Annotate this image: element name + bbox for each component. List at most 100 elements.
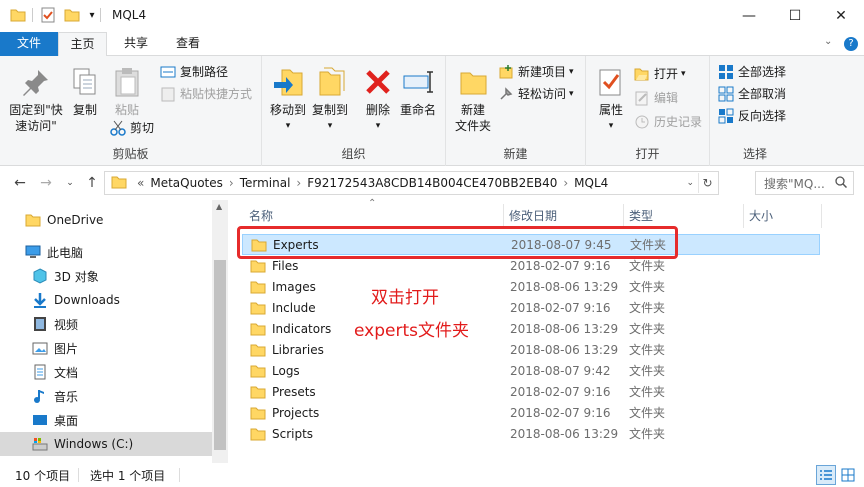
download-icon [32, 292, 48, 308]
nav-item-label: Windows (C:) [54, 437, 134, 451]
maximize-button[interactable]: ☐ [772, 0, 818, 32]
forward-arrow-icon[interactable]: → [36, 174, 56, 192]
nav-item-downloads[interactable]: Downloads [0, 288, 212, 312]
history-button[interactable]: 历史记录 [634, 112, 702, 132]
open-label: 打开 [654, 67, 679, 81]
chevron-right-icon[interactable]: › [229, 176, 234, 190]
move-to-button[interactable]: 移动到 ▾ [266, 66, 310, 134]
nav-item-label: 图片 [54, 341, 79, 356]
delete-button[interactable]: 删除 ▾ [362, 66, 394, 134]
breadcrumb-overflow[interactable]: « [137, 176, 144, 190]
search-input[interactable]: 搜索"MQ... [755, 171, 854, 195]
highlight-box [237, 226, 678, 259]
column-header-type[interactable]: 类型 [624, 204, 744, 228]
invert-selection-button[interactable]: 反向选择 [718, 106, 786, 126]
rename-button[interactable]: 重命名 [398, 66, 438, 118]
folder-icon [111, 175, 127, 192]
back-arrow-icon[interactable]: ← [10, 174, 30, 192]
select-none-button[interactable]: 全部取消 [718, 84, 786, 104]
details-view-icon[interactable] [816, 465, 836, 485]
history-icon [634, 114, 650, 130]
properties-label: 属性 [598, 103, 623, 117]
tab-home[interactable]: 主页 [58, 32, 107, 57]
delete-icon [362, 66, 394, 98]
tab-share[interactable]: 共享 [112, 32, 160, 56]
file-row-libraries[interactable]: Libraries 2018-08-06 13:29 文件夹 [242, 339, 820, 360]
nav-scrollbar[interactable]: ▲ [212, 200, 228, 463]
breadcrumb-mql4[interactable]: MQL4 [574, 176, 608, 190]
file-type: 文件夹 [629, 301, 666, 315]
column-header-size[interactable]: 大小 [744, 204, 822, 228]
nav-item-label: 3D 对象 [54, 269, 99, 284]
scroll-up-icon[interactable]: ▲ [216, 202, 222, 211]
file-row-projects[interactable]: Projects 2018-02-07 9:16 文件夹 [242, 402, 820, 423]
file-row-logs[interactable]: Logs 2018-08-07 9:42 文件夹 [242, 360, 820, 381]
edit-button[interactable]: 编辑 [634, 88, 678, 108]
new-folder-button[interactable]: 新建 文件夹 [452, 66, 494, 134]
group-organize: 移动到 ▾ 复制到 ▾ 删除 ▾ 重命名 组织 [262, 56, 446, 166]
minimize-button[interactable]: — [726, 0, 772, 32]
paste-shortcut-icon [160, 86, 176, 102]
file-row-scripts[interactable]: Scripts 2018-08-06 13:29 文件夹 [242, 423, 820, 444]
file-type: 文件夹 [629, 280, 666, 294]
rename-icon [402, 66, 434, 98]
nav-scrollbar-thumb[interactable] [214, 260, 226, 450]
close-button[interactable]: ✕ [818, 0, 864, 32]
nav-item-videos[interactable]: 视频 [0, 312, 212, 336]
properties-icon[interactable] [40, 7, 56, 23]
address-dropdown-icon[interactable]: ⌄ [686, 178, 694, 188]
file-row-include[interactable]: Include 2018-02-07 9:16 文件夹 [242, 297, 820, 318]
new-folder-icon[interactable] [64, 7, 80, 23]
search-icon[interactable] [835, 175, 848, 191]
paste-icon [111, 66, 143, 98]
desktop-icon [32, 412, 48, 428]
tab-file[interactable]: 文件 [0, 32, 58, 56]
nav-item-windows-c[interactable]: Windows (C:) [0, 432, 212, 456]
easy-access-button[interactable]: 轻松访问 ▾ [498, 84, 574, 104]
copy-path-button[interactable]: 复制路径 [160, 62, 228, 82]
invert-selection-label: 反向选择 [738, 109, 787, 123]
chevron-right-icon[interactable]: › [563, 176, 568, 190]
nav-item-desktop[interactable]: 桌面 [0, 408, 212, 432]
paste-shortcut-button[interactable]: 粘贴快捷方式 [160, 84, 252, 104]
nav-item-this-pc[interactable]: 此电脑 [0, 240, 212, 264]
breadcrumb-metaquotes[interactable]: MetaQuotes [150, 176, 223, 190]
column-header-name[interactable]: 名称 [244, 204, 504, 228]
file-date: 2018-02-07 9:16 [510, 405, 611, 420]
pin-quick-access-button[interactable]: 固定到"快 速访问" [6, 66, 66, 134]
copy-path-label: 复制路径 [180, 65, 229, 79]
nav-item-onedrive[interactable]: OneDrive [0, 208, 212, 232]
nav-item-pictures[interactable]: 图片 [0, 336, 212, 360]
address-bar[interactable]: « MetaQuotes › Terminal › F92172543A8CDB… [104, 171, 719, 195]
tab-view[interactable]: 查看 [164, 32, 212, 56]
breadcrumb-terminal-id[interactable]: F92172543A8CDB14B004CE470BB2EB40 [307, 176, 557, 190]
new-item-button[interactable]: 新建项目 ▾ [498, 62, 574, 82]
large-icons-view-icon[interactable] [838, 465, 858, 485]
paste-button[interactable]: 粘贴 [108, 66, 146, 118]
nav-item-label: 桌面 [54, 413, 79, 428]
refresh-icon[interactable]: ↻ [698, 173, 716, 193]
copy-to-button[interactable]: 复制到 ▾ [308, 66, 352, 134]
nav-item-documents[interactable]: 文档 [0, 360, 212, 384]
file-row-indicators[interactable]: Indicators 2018-08-06 13:29 文件夹 [242, 318, 820, 339]
breadcrumb-terminal[interactable]: Terminal [240, 176, 291, 190]
file-date: 2018-08-06 13:29 [510, 321, 619, 336]
file-row-presets[interactable]: Presets 2018-02-07 9:16 文件夹 [242, 381, 820, 402]
item-count: 10 个项目 [15, 469, 71, 483]
chevron-right-icon[interactable]: › [296, 176, 301, 190]
up-arrow-icon[interactable]: ↑ [82, 174, 102, 192]
cut-button[interactable]: 剪切 [110, 118, 154, 138]
recent-locations-icon[interactable]: ⌄ [60, 174, 80, 192]
open-button[interactable]: 打开 ▾ [634, 64, 686, 84]
help-icon[interactable]: ? [844, 37, 858, 51]
select-all-button[interactable]: 全部选择 [718, 62, 786, 82]
file-row-images[interactable]: Images 2018-08-06 13:29 文件夹 [242, 276, 820, 297]
column-header-date[interactable]: 修改日期 [504, 204, 624, 228]
nav-item-3d-objects[interactable]: 3D 对象 [0, 264, 212, 288]
copy-button[interactable]: 复制 [68, 66, 102, 118]
customize-dropdown-icon[interactable]: ▾ [84, 7, 100, 23]
nav-item-music[interactable]: 音乐 [0, 384, 212, 408]
collapse-ribbon-icon[interactable]: ⌄ [824, 36, 832, 47]
computer-icon [25, 244, 41, 260]
properties-button[interactable]: 属性 ▾ [594, 66, 628, 134]
